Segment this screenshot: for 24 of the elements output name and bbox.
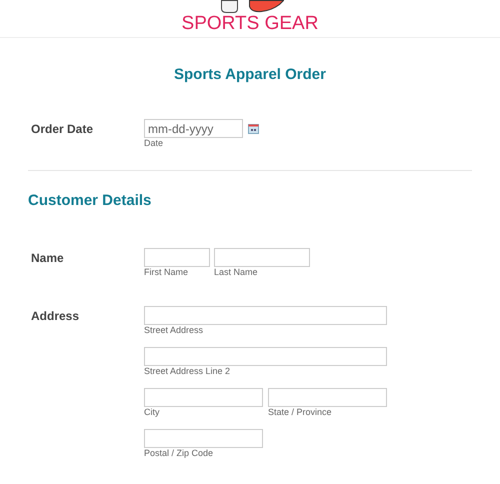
field-sublabel: Postal / Zip Code bbox=[144, 448, 214, 459]
section-heading: Customer Details bbox=[28, 191, 152, 211]
date-field[interactable]: mm-dd-yyyy bbox=[144, 119, 243, 138]
input-field[interactable] bbox=[144, 306, 387, 325]
field-label: Name bbox=[31, 250, 65, 267]
calendar-icon[interactable] bbox=[248, 124, 259, 134]
field-sublabel: Street Address Line 2 bbox=[144, 366, 232, 377]
logo-drawing bbox=[221, 0, 284, 13]
input-field[interactable] bbox=[268, 388, 387, 407]
field-sublabel: City bbox=[144, 407, 160, 418]
field-sublabel: State / Province bbox=[268, 407, 333, 418]
input-field[interactable] bbox=[144, 347, 387, 366]
input-field[interactable] bbox=[144, 388, 263, 407]
input-field[interactable] bbox=[144, 429, 263, 448]
input-field[interactable] bbox=[214, 248, 310, 267]
form-title: Sports Apparel Order bbox=[173, 65, 327, 85]
field-sublabel: Last Name bbox=[214, 267, 259, 278]
field-sublabel: Street Address bbox=[144, 325, 204, 336]
input-field[interactable] bbox=[144, 248, 210, 267]
field-sublabel: First Name bbox=[144, 267, 190, 278]
field-label: Address bbox=[31, 308, 80, 325]
logo-text: SPORTS GEAR bbox=[182, 13, 318, 35]
field-sublabel: Date bbox=[144, 138, 164, 149]
field-label: Order Date bbox=[31, 121, 94, 138]
